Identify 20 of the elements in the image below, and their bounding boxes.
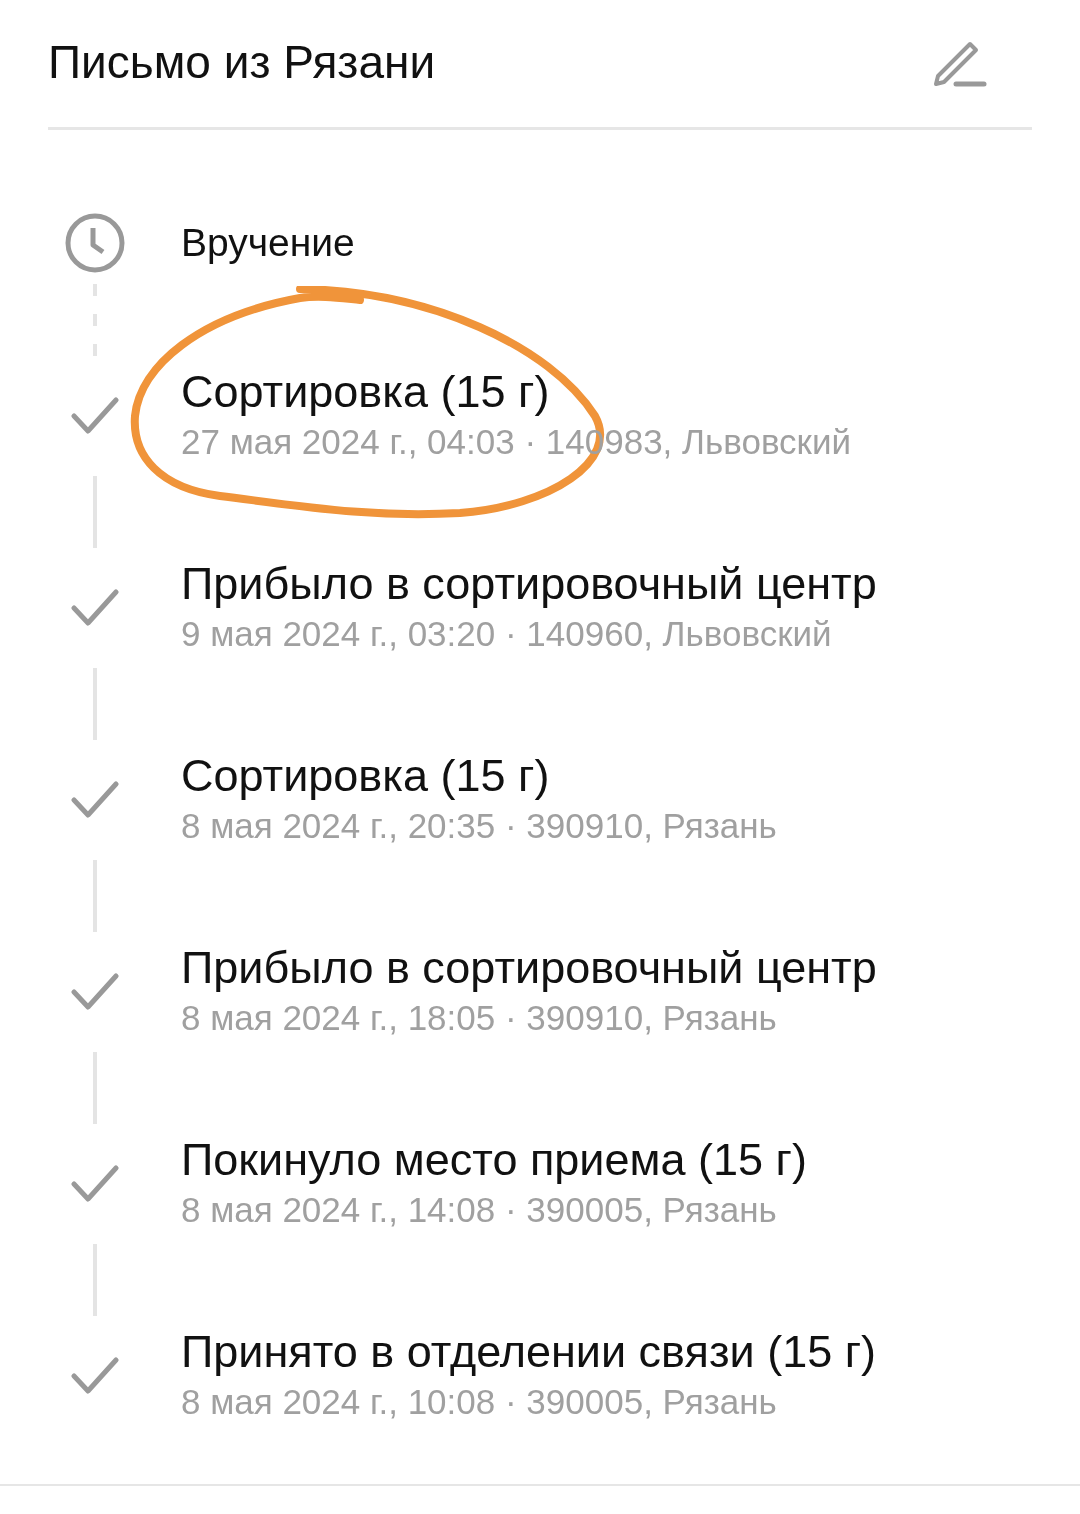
step-title: Сортировка (15 г) <box>181 366 551 418</box>
step-title: Принято в отделении связи (15 г) <box>181 1326 877 1378</box>
check-icon <box>71 1164 119 1204</box>
step-title: Вручение <box>181 220 355 266</box>
step-details: 8 мая 2024 г., 14:08 · 390005, Рязань <box>181 1189 778 1231</box>
step-details: 8 мая 2024 г., 20:35 · 390910, Рязань <box>181 805 777 847</box>
check-icon <box>71 780 119 820</box>
step-details: 8 мая 2024 г., 18:05 · 390910, Рязань <box>181 997 778 1039</box>
clock-icon <box>64 212 126 274</box>
step-title: Прибыло в сортировочный центр <box>181 942 877 994</box>
step-title: Прибыло в сортировочный центр <box>181 558 877 610</box>
step-title: Сортировка (15 г) <box>181 750 551 802</box>
check-icon <box>71 396 119 436</box>
page-title: Письмо из Рязани <box>48 34 436 90</box>
check-icon <box>71 972 119 1012</box>
step-details: 8 мая 2024 г., 10:08 · 390005, Рязань <box>181 1381 778 1423</box>
check-icon <box>71 1356 119 1396</box>
step-details: 9 мая 2024 г., 03:20 · 140960, Львовский <box>181 613 833 655</box>
step-title: Покинуло место приема (15 г) <box>181 1134 807 1186</box>
check-icon <box>71 588 119 628</box>
